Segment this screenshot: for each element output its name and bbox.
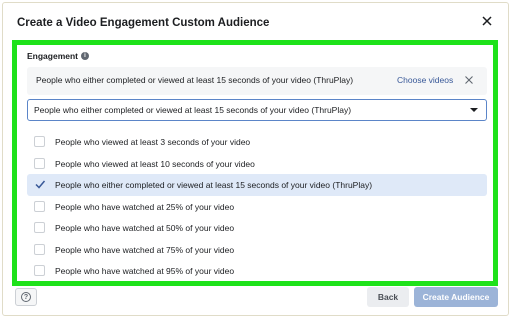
info-icon[interactable]: i bbox=[81, 52, 90, 60]
option-label: People who viewed at least 3 seconds of … bbox=[55, 137, 251, 147]
remove-card-icon[interactable] bbox=[464, 75, 474, 85]
checkbox[interactable] bbox=[34, 222, 45, 233]
checkbox[interactable] bbox=[34, 265, 45, 276]
checkbox[interactable] bbox=[34, 200, 45, 212]
checkmark-icon[interactable] bbox=[34, 178, 46, 190]
option-label: People who have watched at 75% of your v… bbox=[55, 244, 235, 255]
checkbox[interactable] bbox=[34, 157, 45, 169]
option-10-seconds[interactable]: People who viewed at least 10 seconds of… bbox=[27, 153, 487, 175]
engagement-label: Engagement bbox=[27, 51, 79, 61]
option-75-percent[interactable]: People who have watched at 75% of your v… bbox=[27, 239, 487, 261]
option-95-percent[interactable]: People who have watched at 95% of your v… bbox=[27, 260, 487, 281]
selected-event-text: People who either completed or viewed at… bbox=[36, 75, 354, 85]
help-button[interactable]: ? bbox=[15, 288, 37, 306]
option-25-percent[interactable]: People who have watched at 25% of your v… bbox=[27, 196, 487, 218]
chevron-down-icon bbox=[470, 108, 478, 112]
help-icon: ? bbox=[21, 292, 31, 302]
choose-videos-link[interactable]: Choose videos bbox=[397, 75, 453, 85]
option-50-percent[interactable]: People who have watched at 50% of your v… bbox=[27, 217, 487, 239]
close-icon[interactable] bbox=[480, 14, 494, 28]
option-label: People who have watched at 95% of your v… bbox=[55, 266, 235, 276]
engagement-heading: Engagement i bbox=[27, 51, 90, 61]
selected-event-card: People who either completed or viewed at… bbox=[27, 67, 487, 95]
back-button[interactable]: Back bbox=[367, 287, 409, 307]
create-audience-button[interactable]: Create Audience bbox=[414, 287, 498, 307]
checkbox[interactable] bbox=[34, 243, 45, 255]
option-label: People who have watched at 50% of your v… bbox=[55, 223, 235, 233]
checkbox[interactable] bbox=[34, 136, 45, 147]
option-3-seconds[interactable]: People who viewed at least 3 seconds of … bbox=[27, 131, 487, 153]
option-thruplay[interactable]: People who either completed or viewed at… bbox=[27, 174, 487, 196]
highlight-frame: Engagement i People who either completed… bbox=[12, 40, 498, 286]
option-label: People who either completed or viewed at… bbox=[55, 180, 373, 190]
dropdown-value: People who either completed or viewed at… bbox=[34, 105, 352, 115]
dialog-title: Create a Video Engagement Custom Audienc… bbox=[17, 17, 270, 29]
engagement-options-list: People who viewed at least 3 seconds of … bbox=[27, 131, 487, 281]
option-label: People who viewed at least 10 seconds of… bbox=[55, 158, 255, 169]
option-label: People who have watched at 25% of your v… bbox=[55, 201, 235, 212]
engagement-dropdown[interactable]: People who either completed or viewed at… bbox=[27, 99, 487, 121]
